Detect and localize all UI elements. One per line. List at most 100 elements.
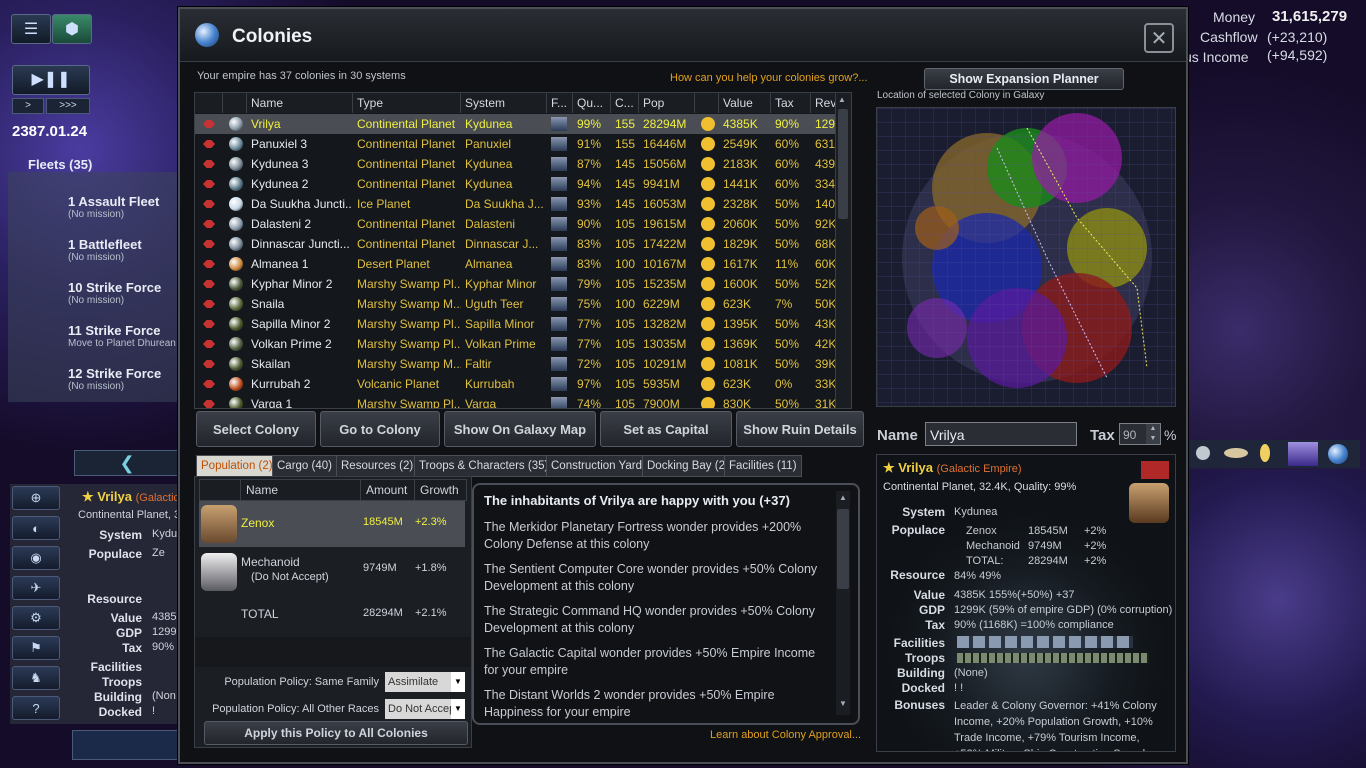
expansion-planner-button[interactable]: Show Expansion Planner [924,68,1124,90]
apply-policy-button[interactable]: Apply this Policy to All Colonies [204,721,468,745]
colony-row[interactable]: Kyphar Minor 2 Marshy Swamp Pl... Kyphar M… [195,274,836,294]
col-header-f[interactable]: F... [547,93,573,113]
col-header-flag[interactable] [195,93,223,113]
col-header-planet[interactable] [223,93,247,113]
flag-icon[interactable]: ⚑ [12,636,60,660]
scroll-down-arrow[interactable]: ▼ [837,699,849,711]
colony-row[interactable]: Panuxiel 3 Continental Planet Panuxiel 91% 1… [195,134,843,154]
window-titlebar [180,9,1186,62]
info-scrollbar[interactable]: ▲ ▼ [836,491,850,715]
speed-normal-button[interactable]: > [12,98,44,114]
tab-population[interactable]: Population (2) [196,455,278,477]
colony-row[interactable]: Skailan Marshy Swamp M... Faltir 72% 105 1029… [195,354,836,374]
col-header-pop[interactable]: Pop [639,93,695,113]
col-header-happy[interactable] [695,93,719,113]
colony-name-input[interactable]: Vrilya [925,422,1077,446]
window-title: Colonies [232,26,313,47]
colony-row[interactable]: Kydunea 3 Continental Planet Kydunea 87% 145… [195,154,843,174]
colony-row[interactable]: Dalasteni 2 Continental Planet Dalasteni 90… [195,214,836,234]
colony-row[interactable]: Kydunea 2 Continental Planet Kydunea 94% 145… [195,174,843,194]
scroll-up-arrow[interactable]: ▲ [838,95,848,105]
colony-row[interactable]: Snaila Marshy Swamp M... Uguth Teer 75% 100 6… [195,294,836,314]
population-panel: Name Amount Growth Zenox 18545M +2.3% Me… [194,476,472,748]
show-ruin-details-button[interactable]: Show Ruin Details [736,411,864,447]
tab-facilities[interactable]: Facilities (11) [724,455,802,477]
colonies-table[interactable]: Name Type System F... Qu... C... Pop Val… [194,92,852,409]
colony-tax: 90% [775,117,800,131]
speed-fast-button[interactable]: >>> [46,98,90,114]
show-on-galaxy-map-button[interactable]: Show On Galaxy Map [444,411,596,447]
tax-stepper[interactable]: 90 ▲ ▼ [1119,423,1161,445]
scroll-thumb[interactable] [838,109,848,219]
col-header-quality[interactable]: Qu... [573,93,611,113]
stepper-down-icon[interactable]: ▼ [1146,434,1160,444]
scroll-thumb[interactable] [837,509,849,589]
facility-thumb-icon [551,237,567,251]
pop-row[interactable]: Mechanoid (Do Not Accept) 9749M +1.8% [199,549,465,595]
galaxy-view-right[interactable] [1188,470,1366,768]
tab-troops-characters[interactable]: Troops & Characters (35) [414,455,554,477]
col-header-system[interactable]: System [461,93,547,113]
help-icon[interactable]: ? [12,696,60,720]
left-fleet-shortcuts[interactable] [72,730,178,760]
colony-pop: 7900M [643,397,680,409]
pop-col-name[interactable]: Name [240,480,366,500]
star-icon[interactable] [1260,444,1270,462]
left-label-value: Value [110,611,142,625]
fleets-header[interactable]: Fleets (35) [28,157,92,172]
col-header-name[interactable]: Name [247,93,353,113]
col-header-tax[interactable]: Tax [771,93,811,113]
planet-filter-icon[interactable] [1196,446,1210,460]
scroll-up-arrow[interactable]: ▲ [837,493,849,505]
pop-row-selected[interactable]: Zenox 18545M +2.3% [199,501,465,547]
colony-row[interactable]: Varga 1 Marshy Swamp Pl... Varga 74% 105 7900… [195,394,836,409]
colony-row[interactable]: Dinnascar Juncti... Continental Planet Din… [195,234,836,254]
colony-row[interactable]: Vrilya Continental Planet Kydunea 99% 155 282… [195,114,850,134]
go-to-colony-button[interactable]: Go to Colony [320,411,440,447]
help-link[interactable]: How can you help your colonies grow?... [670,72,868,84]
facility-icons[interactable] [957,636,1133,648]
tab-cargo[interactable]: Cargo (40) [272,455,337,477]
colony-row[interactable]: Kurrubah 2 Volcanic Planet Kurrubah 97% 105 5… [195,374,836,394]
gear-icon[interactable]: ⚙ [12,606,60,630]
learn-approval-link[interactable]: Learn about Colony Approval... [710,729,861,741]
set-as-capital-button[interactable]: Set as Capital [600,411,732,447]
table-scrollbar[interactable]: ▲ [835,93,851,408]
policy-same-select[interactable]: Assimilate ▼ [385,672,465,692]
col-header-c[interactable]: C... [611,93,639,113]
cashflow-value: (+23,210) [1267,29,1328,45]
colony-row[interactable]: Volkan Prime 2 Marshy Swamp Pl... Volkan P… [195,334,836,354]
play-pause-button[interactable]: ▶❚❚ [12,65,90,95]
fleets-list[interactable]: 1 Assault Fleet (No mission) 1 Battlefle… [8,172,189,402]
eye-icon[interactable]: ◉ [12,546,60,570]
nebula-icon[interactable] [1288,442,1318,466]
colony-c: 105 [615,397,636,409]
select-colony-button[interactable]: Select Colony [196,411,316,447]
colony-row[interactable]: Sapilla Minor 2 Marshy Swamp Pl... Sapilla… [195,314,836,334]
empire-shield-icon[interactable]: ⬢ [52,14,92,44]
col-header-value[interactable]: Value [719,93,771,113]
close-button[interactable]: ✕ [1144,23,1174,53]
ship-icon[interactable]: ✈ [12,576,60,600]
tab-resources[interactable]: Resources (2) [336,455,419,477]
tab-docking-bay[interactable]: Docking Bay (2) [642,455,734,477]
right-view-toolbar[interactable] [1188,440,1360,468]
policy-other-select[interactable]: Do Not Accept ▼ [385,699,465,719]
stepper-up-icon[interactable]: ▲ [1146,424,1160,434]
ringed-planet-icon[interactable] [1224,448,1248,458]
col-header-type[interactable]: Type [353,93,461,113]
tab-construction-yard[interactable]: Construction Yard [546,455,647,477]
pop-col-amount[interactable]: Amount [360,480,418,500]
colony-name: Dalasteni 2 [251,217,312,231]
collapse-arrow-button[interactable]: ❮ [74,450,180,476]
target-icon[interactable]: ⊕ [12,486,60,510]
troop-icons[interactable] [957,653,1149,663]
colony-row[interactable]: Almanea 1 Desert Planet Almanea 83% 100 10167… [195,254,836,274]
galaxy-globe-icon[interactable] [1328,444,1348,464]
menu-list-icon[interactable]: ☰ [11,14,51,44]
planet-view-icon[interactable]: ◐ [12,516,60,540]
troops-icon[interactable]: ♞ [12,666,60,690]
pop-col-growth[interactable]: Growth [414,480,472,500]
colony-row[interactable]: Da Suukha Juncti... Ice Planet Da Suukha J… [195,194,843,214]
galaxy-minimap[interactable] [876,107,1176,407]
